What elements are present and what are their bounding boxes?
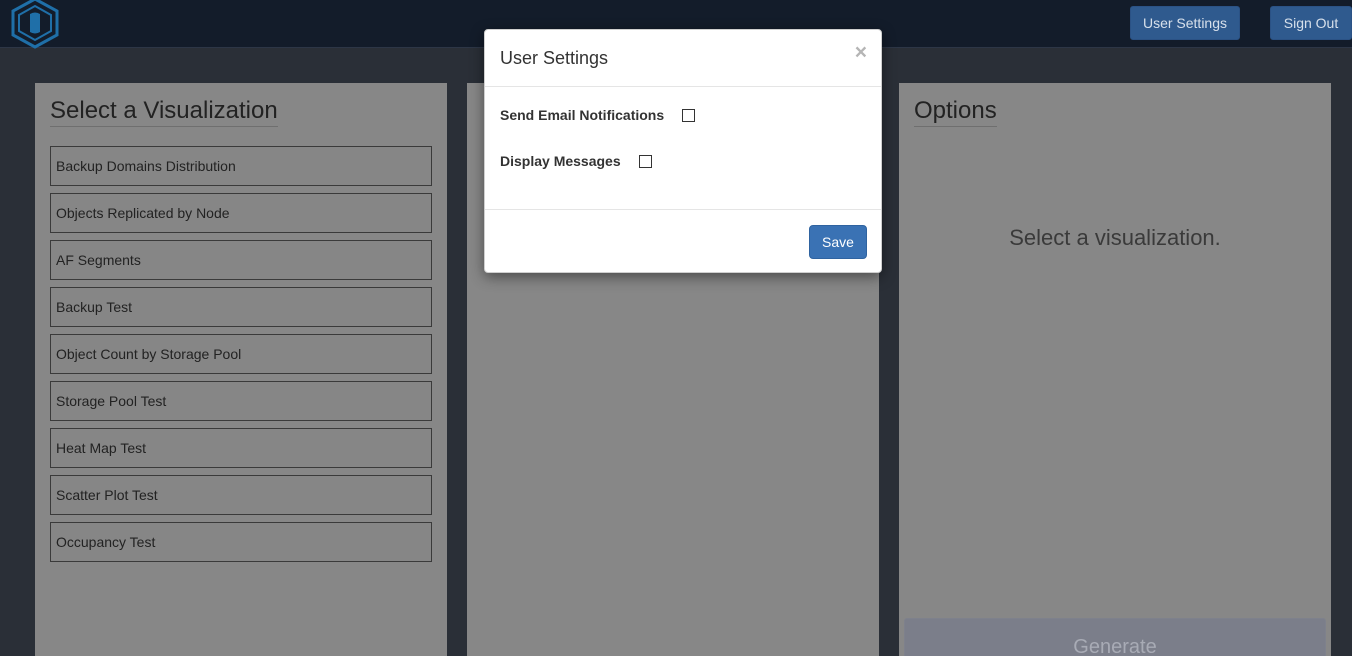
modal-title: User Settings xyxy=(500,48,609,68)
options-panel-title: Options xyxy=(914,97,997,127)
visualization-item-scatter-plot-test[interactable]: Scatter Plot Test xyxy=(50,475,432,515)
visualization-item-occupancy-test[interactable]: Occupancy Test xyxy=(50,522,432,562)
send-email-notifications-checkbox[interactable] xyxy=(682,108,696,122)
hexagon-shield-logo-icon[interactable] xyxy=(8,0,62,49)
visualization-item-af-segments[interactable]: AF Segments xyxy=(50,240,432,280)
generate-button[interactable]: Generate xyxy=(904,618,1326,656)
user-settings-modal: User Settings × Send Email Notifications… xyxy=(484,29,882,273)
setting-label-send-email-notifications: Send Email Notifications xyxy=(500,107,665,123)
close-icon[interactable]: × xyxy=(855,42,867,64)
setting-display-messages: Display Messages xyxy=(500,153,652,169)
visualization-item-storage-pool-test[interactable]: Storage Pool Test xyxy=(50,381,432,421)
user-settings-button[interactable]: User Settings xyxy=(1130,6,1240,40)
visualization-item-heat-map-test[interactable]: Heat Map Test xyxy=(50,428,432,468)
sign-out-button[interactable]: Sign Out xyxy=(1270,6,1352,40)
visualization-panel: Select a Visualization Backup Domains Di… xyxy=(35,83,447,656)
setting-send-email-notifications: Send Email Notifications xyxy=(500,107,696,123)
visualization-item-backup-test[interactable]: Backup Test xyxy=(50,287,432,327)
options-placeholder-text: Select a visualization. xyxy=(1009,225,1221,250)
app-root: User Settings Sign Out Select a Visualiz… xyxy=(0,0,1352,656)
setting-label-display-messages: Display Messages xyxy=(500,153,621,169)
visualization-list: Backup Domains Distribution Objects Repl… xyxy=(50,146,432,569)
visualization-item-object-count-by-storage-pool[interactable]: Object Count by Storage Pool xyxy=(50,334,432,374)
save-button[interactable]: Save xyxy=(809,225,867,259)
display-messages-checkbox[interactable] xyxy=(638,154,652,168)
visualization-item-objects-replicated-by-node[interactable]: Objects Replicated by Node xyxy=(50,193,432,233)
visualization-panel-title: Select a Visualization xyxy=(50,97,278,127)
modal-footer-divider xyxy=(485,209,881,210)
visualization-item-backup-domains-distribution[interactable]: Backup Domains Distribution xyxy=(50,146,432,186)
options-panel: Options Select a visualization. Generate xyxy=(899,83,1331,656)
modal-header: User Settings × xyxy=(485,30,881,87)
